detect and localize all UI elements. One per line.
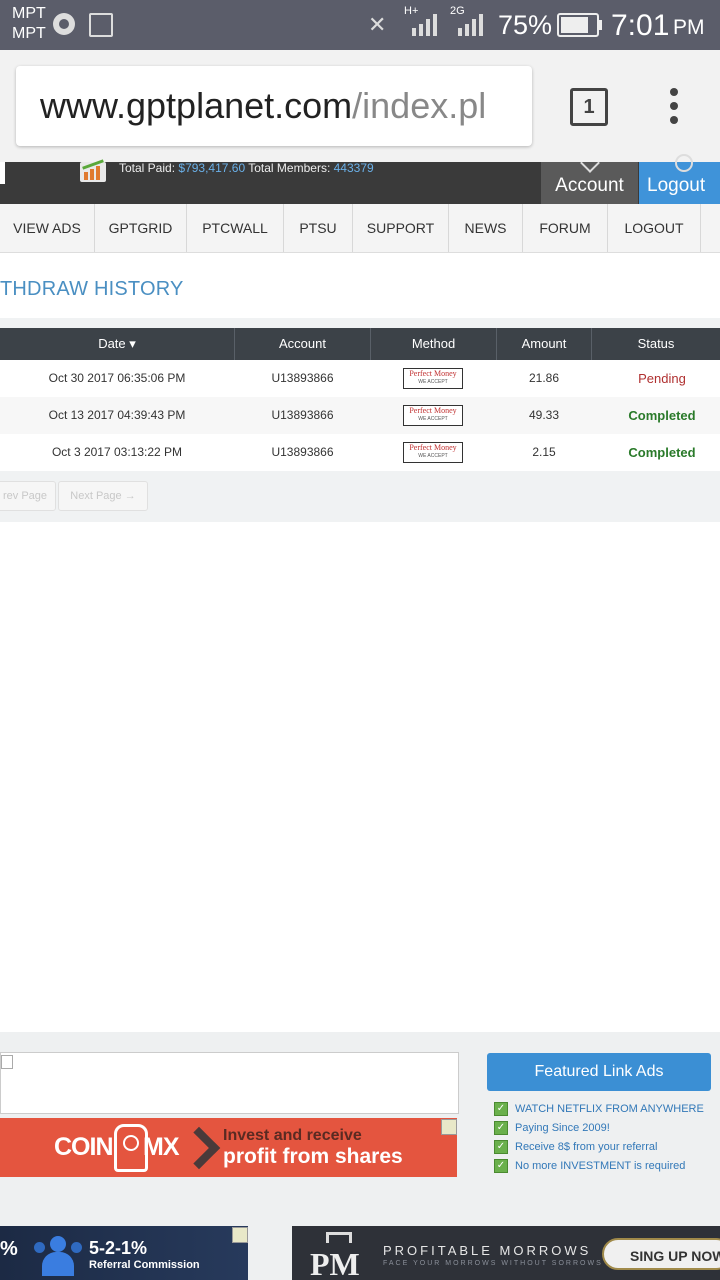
signal-icon-2 bbox=[458, 14, 483, 36]
checkbox-icon: ✓ bbox=[494, 1102, 508, 1117]
account-button[interactable]: Account bbox=[541, 153, 638, 204]
status-badge: Completed bbox=[628, 445, 696, 460]
table-header: Date ▾ Account Method Amount Status bbox=[0, 328, 720, 360]
row-amount: 49.33 bbox=[528, 408, 560, 422]
url-host: www.gptplanet.com bbox=[40, 85, 353, 126]
chrome-icon bbox=[53, 13, 75, 35]
nav-ptsu[interactable]: PTSU bbox=[284, 204, 353, 252]
coinmx-brand-left: COIN bbox=[54, 1133, 113, 1161]
coinmx-line2: profit from shares bbox=[223, 1145, 403, 1168]
col-account: Account bbox=[235, 328, 371, 360]
carrier-2: MPT bbox=[12, 25, 46, 42]
coinmx-banner-ad[interactable]: COIN MX Invest and receive profit from s… bbox=[0, 1118, 457, 1177]
row-account: U13893866 bbox=[271, 408, 334, 422]
overflow-menu-icon[interactable] bbox=[668, 88, 680, 126]
chevron-right-icon bbox=[177, 1126, 221, 1170]
next-page-button[interactable]: Next Page → bbox=[58, 481, 148, 511]
page-title: THDRAW HISTORY bbox=[0, 278, 184, 300]
logout-icon bbox=[675, 154, 693, 172]
status-badge: Pending bbox=[638, 371, 686, 386]
battery-icon bbox=[557, 13, 602, 37]
prev-page-button[interactable]: rev Page bbox=[0, 481, 56, 511]
checkbox-icon: ✓ bbox=[494, 1140, 508, 1155]
carrier-1: MPT bbox=[12, 5, 46, 22]
row-account: U13893866 bbox=[271, 371, 334, 385]
featured-link[interactable]: ✓ Receive 8$ from your referral bbox=[494, 1139, 657, 1155]
signal-icon-1 bbox=[412, 14, 437, 36]
users-group-icon bbox=[34, 1236, 82, 1276]
nav-news[interactable]: NEWS bbox=[449, 204, 523, 252]
profitable-morrows-banner-ad[interactable]: PM PROFITABLE MORROWS FACE YOUR MORROWS … bbox=[292, 1226, 720, 1280]
nav-ptcwall[interactable]: PTCWALL bbox=[187, 204, 284, 252]
perfect-money-logo: Perfect Money WE ACCEPT bbox=[403, 442, 463, 463]
ad-choices-icon[interactable] bbox=[441, 1119, 457, 1135]
col-date[interactable]: Date ▾ bbox=[0, 328, 235, 360]
row-account: U13893866 bbox=[271, 445, 334, 459]
site-header: Total Paid: $793,417.60 Total Members: 4… bbox=[0, 153, 720, 204]
referral-big: 5-2-1% bbox=[89, 1238, 148, 1258]
featured-link[interactable]: ✓ Paying Since 2009! bbox=[494, 1120, 610, 1136]
broken-image-icon bbox=[1, 1055, 13, 1069]
nav-gptgrid[interactable]: GPTGRID bbox=[95, 204, 187, 252]
nav-forum[interactable]: FORUM bbox=[523, 204, 608, 252]
battery-percent: 75% bbox=[498, 10, 553, 40]
row-amount: 21.86 bbox=[528, 371, 560, 385]
logo-fragment bbox=[0, 162, 5, 184]
ad-choices-icon[interactable] bbox=[232, 1227, 248, 1243]
pm-subtitle: FACE YOUR MORROWS WITHOUT SORROWS bbox=[383, 1260, 603, 1267]
nav-view-ads[interactable]: VIEW ADS bbox=[0, 204, 95, 252]
pm-title: PROFITABLE MORROWS bbox=[383, 1243, 592, 1258]
total-paid-label: Total Paid: bbox=[119, 161, 176, 175]
main-nav: VIEW ADS GPTGRID PTCWALL PTSU SUPPORT NE… bbox=[0, 204, 720, 253]
total-paid-value: $793,417.60 bbox=[178, 161, 246, 175]
total-members-label: Total Members: bbox=[248, 161, 331, 175]
nav-support[interactable]: SUPPORT bbox=[353, 204, 449, 252]
url-text: www.gptplanet.com/index.pl bbox=[40, 66, 486, 146]
pm-signup-button[interactable]: SING UP NOW bbox=[602, 1238, 720, 1270]
perfect-money-logo: Perfect Money WE ACCEPT bbox=[403, 405, 463, 426]
coinmx-line1: Invest and receive bbox=[223, 1127, 362, 1144]
col-status: Status bbox=[637, 336, 675, 351]
coinmx-brand-right: MX bbox=[143, 1133, 179, 1161]
col-method: Method bbox=[371, 328, 497, 360]
logout-label: Logout bbox=[647, 175, 706, 196]
table-row: Oct 30 2017 06:35:06 PM U13893866 Perfec… bbox=[0, 360, 720, 397]
image-icon bbox=[89, 13, 113, 37]
perfect-money-logo: Perfect Money WE ACCEPT bbox=[403, 368, 463, 389]
url-path: /index.pl bbox=[352, 85, 487, 126]
row-date: Oct 13 2017 04:39:43 PM bbox=[48, 408, 186, 422]
referral-small: Referral Commission bbox=[89, 1259, 200, 1271]
tabs-button[interactable]: 1 bbox=[570, 88, 608, 126]
row-amount: 2.15 bbox=[532, 445, 556, 459]
clock-ampm: PM bbox=[673, 16, 705, 39]
featured-link[interactable]: ✓ WATCH NETFLIX FROM ANYWHERE bbox=[494, 1101, 704, 1117]
mute-icon: ✕ bbox=[368, 12, 387, 37]
url-bar[interactable]: www.gptplanet.com/index.pl bbox=[16, 66, 532, 146]
featured-link-ads-header: Featured Link Ads bbox=[487, 1053, 711, 1091]
checkbox-icon: ✓ bbox=[494, 1121, 508, 1136]
broken-image-placeholder bbox=[0, 1052, 459, 1114]
nav-logout[interactable]: LOGOUT bbox=[608, 204, 701, 252]
site-stats: Total Paid: $793,417.60 Total Members: 4… bbox=[119, 162, 374, 174]
stats-icon bbox=[80, 159, 106, 182]
status-badge: Completed bbox=[628, 408, 696, 423]
referral-pct: % bbox=[0, 1238, 18, 1260]
total-members-value: 443379 bbox=[333, 161, 374, 175]
browser-toolbar: www.gptplanet.com/index.pl 1 bbox=[0, 50, 720, 162]
checkbox-icon: ✓ bbox=[494, 1159, 508, 1174]
table-row: Oct 13 2017 04:39:43 PM U13893866 Perfec… bbox=[0, 397, 720, 434]
row-date: Oct 3 2017 03:13:22 PM bbox=[51, 445, 183, 459]
table-row: Oct 3 2017 03:13:22 PM U13893866 Perfect… bbox=[0, 434, 720, 471]
account-label: Account bbox=[555, 175, 624, 196]
logout-button[interactable]: Logout bbox=[639, 154, 720, 204]
row-date: Oct 30 2017 06:35:06 PM bbox=[48, 371, 186, 385]
col-amount: Amount bbox=[497, 328, 592, 360]
pm-logo-icon: PM bbox=[306, 1232, 366, 1280]
referral-banner-ad[interactable]: % 5-2-1% Referral Commission bbox=[0, 1226, 248, 1280]
status-bar: MPT MPT ✕ H+ 2G 75% 7:01 PM bbox=[0, 0, 720, 50]
featured-link[interactable]: ✓ No more INVESTMENT is required bbox=[494, 1158, 685, 1174]
clock-time: 7:01 bbox=[611, 9, 670, 42]
